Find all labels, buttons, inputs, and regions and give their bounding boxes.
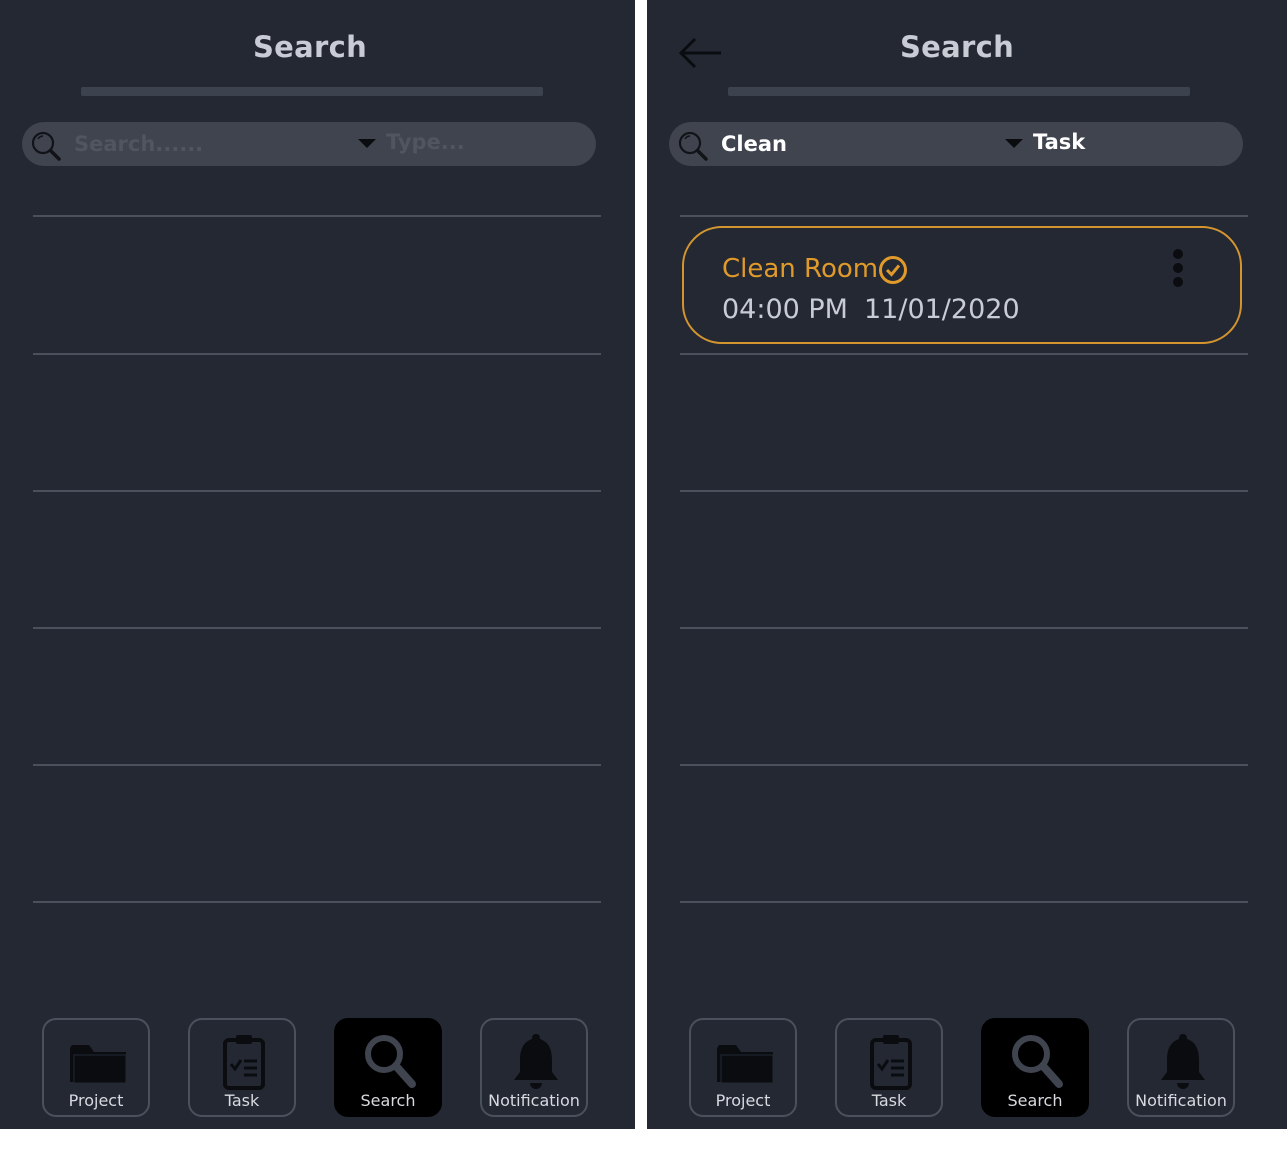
result-row-divider	[33, 764, 601, 766]
nav-project-button[interactable]: Project	[689, 1018, 797, 1117]
task-title: Clean Room	[722, 254, 879, 284]
search-screen-results: Search Task Clean Room 04:00 PM 11/01/20…	[647, 0, 1287, 1129]
nav-label: Search	[360, 1091, 416, 1110]
nav-label: Task	[224, 1091, 260, 1110]
result-row-divider	[33, 901, 601, 903]
task-time: 04:00 PM	[722, 294, 848, 325]
type-dropdown[interactable]: Type...	[386, 130, 465, 154]
search-input[interactable]	[721, 129, 991, 159]
type-dropdown[interactable]: Task	[1033, 130, 1085, 154]
nav-label: Search	[1007, 1091, 1063, 1110]
search-icon	[1012, 1035, 1063, 1088]
result-row-divider	[33, 490, 601, 492]
nav-notification-button[interactable]: Notification	[480, 1018, 588, 1117]
bell-icon	[1161, 1034, 1205, 1089]
result-row-divider	[680, 627, 1248, 629]
nav-search-button[interactable]: Search	[334, 1018, 442, 1117]
search-screen-empty: Search Type... Project Task	[0, 0, 635, 1129]
result-row-divider	[680, 353, 1248, 355]
result-row-divider	[33, 353, 601, 355]
check-circle-icon	[879, 256, 907, 284]
bell-icon	[514, 1034, 558, 1089]
result-row-divider	[33, 215, 601, 217]
result-row-divider	[680, 764, 1248, 766]
nav-task-button[interactable]: Task	[835, 1018, 943, 1117]
result-row-divider	[33, 627, 601, 629]
nav-label: Notification	[488, 1091, 580, 1110]
result-row-divider	[680, 490, 1248, 492]
search-input[interactable]	[74, 129, 344, 159]
folder-icon	[717, 1045, 774, 1084]
clipboard-check-icon	[870, 1035, 912, 1090]
task-date: 11/01/2020	[864, 294, 1020, 325]
header-underline	[81, 87, 543, 96]
nav-search-button[interactable]: Search	[981, 1018, 1089, 1117]
type-dropdown-caret-icon[interactable]	[358, 139, 376, 148]
nav-label: Project	[68, 1091, 124, 1110]
nav-label: Notification	[1135, 1091, 1227, 1110]
search-icon	[31, 131, 61, 161]
header-underline	[728, 87, 1190, 96]
result-row-divider	[680, 901, 1248, 903]
nav-task-button[interactable]: Task	[188, 1018, 296, 1117]
nav-project-button[interactable]: Project	[42, 1018, 150, 1117]
folder-icon	[70, 1045, 127, 1084]
more-vertical-icon[interactable]	[1166, 248, 1190, 294]
result-row-divider	[680, 215, 1248, 217]
nav-label: Project	[715, 1091, 771, 1110]
task-result-card[interactable]: Clean Room 04:00 PM 11/01/2020	[682, 226, 1242, 344]
search-bar: Task	[669, 122, 1243, 166]
search-icon	[365, 1035, 416, 1088]
search-bar: Type...	[22, 122, 596, 166]
type-dropdown-caret-icon[interactable]	[1005, 139, 1023, 148]
nav-notification-button[interactable]: Notification	[1127, 1018, 1235, 1117]
page-title: Search	[252, 30, 368, 64]
search-icon	[678, 131, 708, 161]
page-title: Search	[899, 30, 1015, 64]
clipboard-check-icon	[223, 1035, 265, 1090]
nav-label: Task	[871, 1091, 907, 1110]
